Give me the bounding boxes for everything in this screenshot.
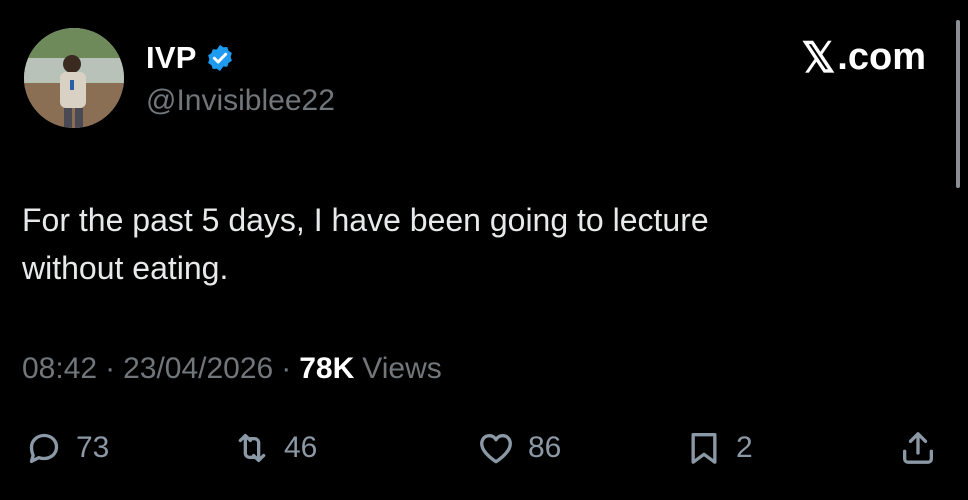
like-icon [480, 434, 512, 464]
tweet-text-line: For the past 5 days, I have been going t… [22, 202, 709, 238]
verified-badge-icon[interactable] [205, 43, 235, 73]
brand-domain: .com [837, 36, 926, 78]
tweet-meta: 08:42 · 23/04/2026 · 78K Views [22, 352, 442, 386]
tweet-time[interactable]: 08:42 [22, 352, 97, 386]
views-label: Views [362, 352, 442, 385]
x-brand-logo: 𝕏 .com [801, 36, 926, 79]
bookmark-icon [691, 433, 717, 464]
author-handle[interactable]: @Invisiblee22 [146, 84, 335, 118]
author-name-row: IVP [146, 38, 235, 78]
meta-separator: · [105, 352, 116, 385]
repost-button[interactable]: 46 [232, 420, 317, 476]
action-bar: 73 46 86 2 [0, 420, 968, 476]
avatar[interactable] [24, 28, 124, 128]
tweet-text-line: without eating. [22, 250, 229, 286]
meta-separator: · [281, 352, 292, 385]
reply-icon [29, 433, 59, 463]
bookmark-button[interactable]: 2 [684, 420, 753, 476]
bookmark-count: 2 [736, 431, 753, 464]
reply-button[interactable]: 73 [24, 420, 109, 476]
views-count[interactable]: 78K [299, 352, 354, 386]
share-icon [903, 432, 933, 464]
like-button[interactable]: 86 [476, 420, 561, 476]
author-display-name[interactable]: IVP [146, 40, 197, 76]
avatar-photo [24, 28, 124, 128]
reply-count: 73 [76, 431, 110, 464]
share-button[interactable] [898, 420, 938, 476]
repost-icon [238, 433, 266, 463]
repost-count: 46 [284, 431, 318, 464]
tweet-card: IVP @Invisiblee22 𝕏 .com For the past 5 … [0, 0, 968, 500]
scrollbar[interactable] [956, 20, 960, 188]
like-count: 86 [528, 431, 562, 464]
x-logo-icon: 𝕏 [801, 33, 836, 81]
tweet-date[interactable]: 23/04/2026 [123, 352, 273, 386]
tweet-text: For the past 5 days, I have been going t… [22, 196, 922, 292]
